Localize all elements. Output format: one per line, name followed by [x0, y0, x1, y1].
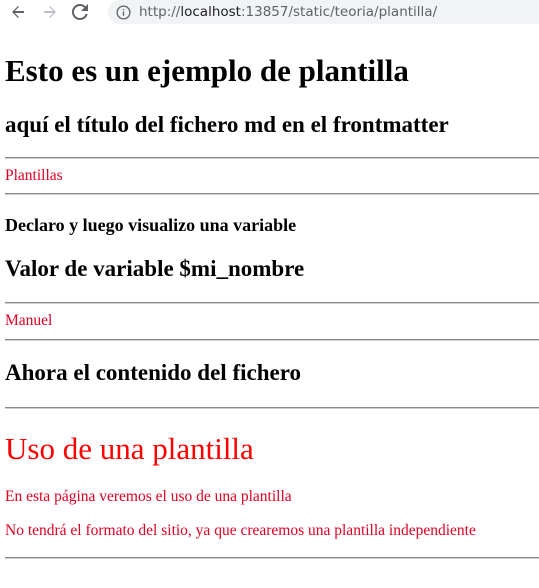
section-label: Plantillas: [5, 167, 63, 184]
divider: [5, 557, 539, 559]
content-paragraph-2: No tendrá el formato del sitio, ya que c…: [5, 522, 476, 539]
page-heading: Esto es un ejemplo de plantilla: [5, 53, 409, 88]
content-paragraph-1: En esta página veremos el uso de una pla…: [5, 488, 292, 505]
divider: [5, 193, 539, 195]
url-scheme: http://: [139, 4, 181, 20]
arrow-right-icon: [44, 6, 56, 18]
back-button[interactable]: [6, 0, 30, 24]
info-icon[interactable]: [116, 4, 131, 20]
variable-heading: Valor de variable $mi_nombre: [5, 256, 305, 281]
forward-button[interactable]: [38, 0, 62, 24]
url-path: :13857/static/teoria/plantilla/: [240, 4, 438, 20]
divider: [5, 302, 539, 304]
arrow-left-icon: [12, 6, 24, 18]
reload-button[interactable]: [68, 0, 92, 24]
url-host: localhost: [180, 4, 241, 20]
address-bar[interactable]: http://localhost:13857/static/teoria/pla…: [108, 0, 539, 24]
divider: [5, 339, 539, 341]
divider: [5, 157, 539, 159]
reload-icon: [72, 4, 88, 20]
divider: [5, 407, 539, 409]
content-heading: Ahora el contenido del fichero: [5, 360, 301, 385]
browser-toolbar: http://localhost:13857/static/teoria/pla…: [0, 0, 539, 24]
variable-value: Manuel: [5, 312, 53, 329]
content-title: Uso de una plantilla: [5, 431, 254, 466]
declare-text: Declaro y luego visualizo una variable: [5, 215, 297, 235]
page-subheading: aquí el título del fichero md en el fron…: [5, 112, 449, 137]
